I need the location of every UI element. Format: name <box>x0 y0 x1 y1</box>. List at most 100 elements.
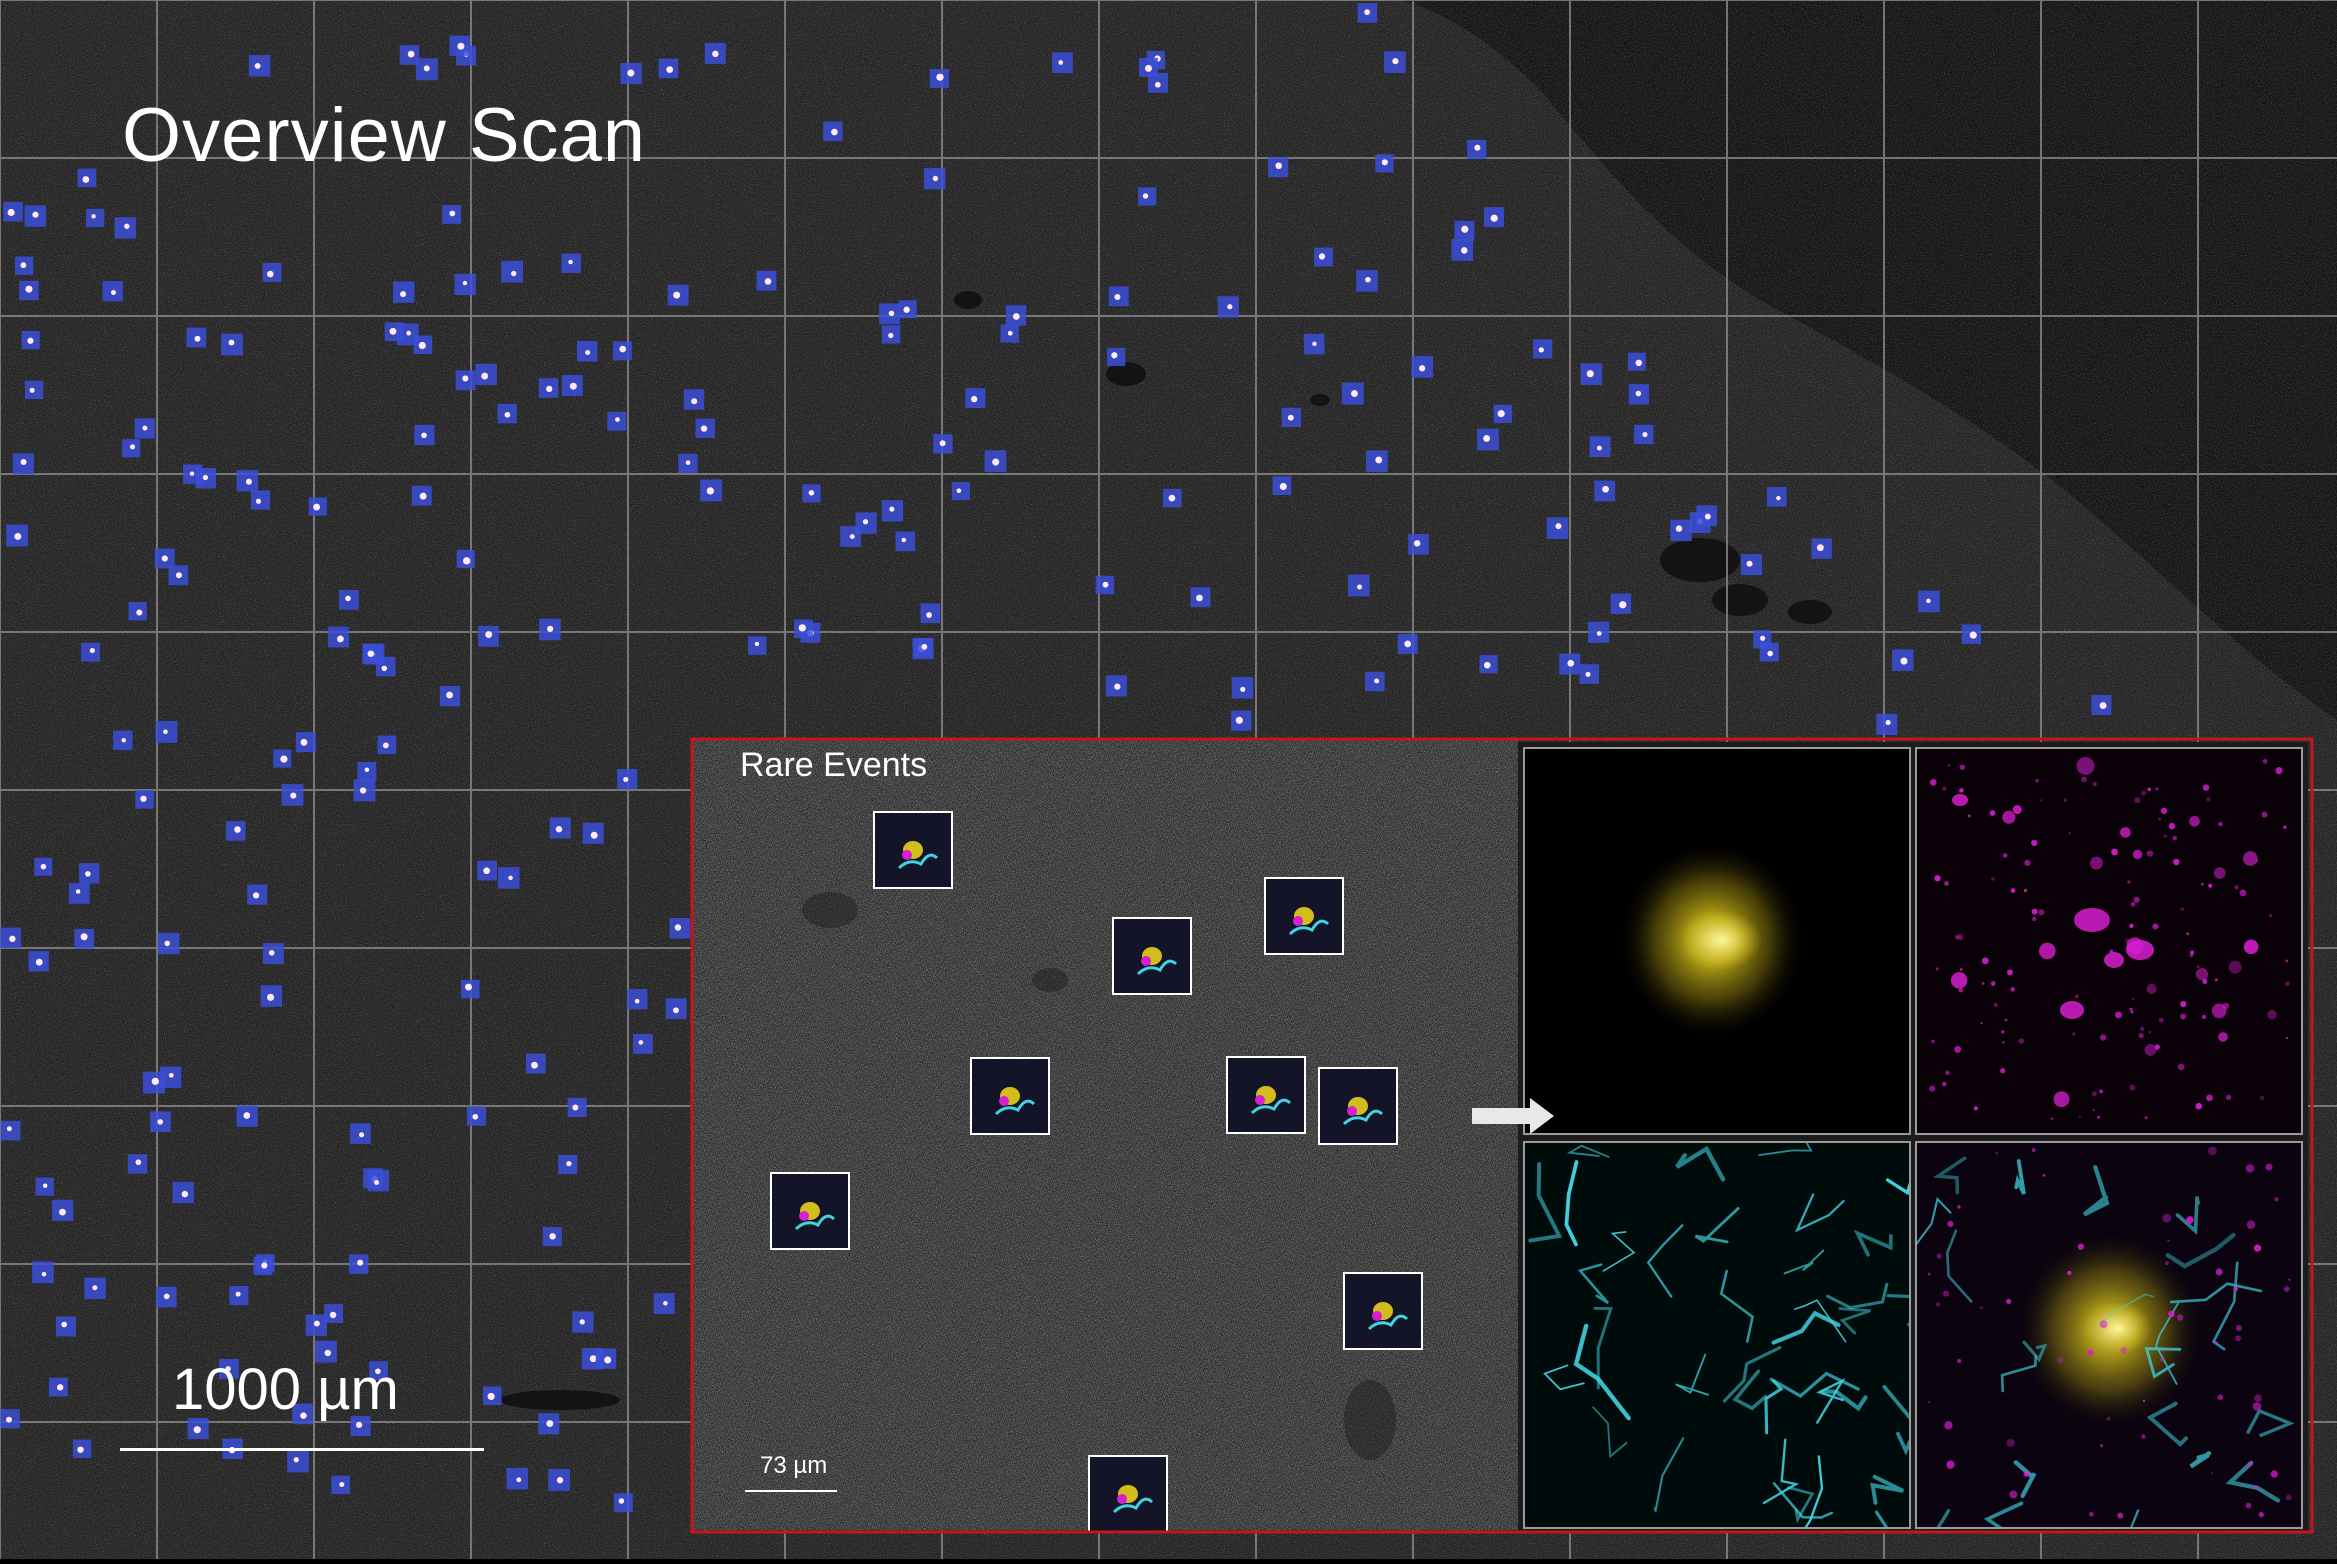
merged-channel-tile <box>1916 1142 2302 1528</box>
rare-event-box <box>1318 1067 1398 1145</box>
detection-marker <box>1384 51 1406 73</box>
arrow-right-icon <box>1472 1098 1554 1134</box>
detection-marker <box>881 325 901 344</box>
detection-marker <box>561 253 581 273</box>
detection-marker <box>1281 407 1301 428</box>
detection-marker <box>561 375 583 396</box>
detection-marker <box>150 1111 171 1132</box>
inset-title: Rare Events <box>740 746 928 784</box>
detection-marker <box>1559 653 1581 675</box>
detection-marker <box>24 205 47 227</box>
detection-marker <box>1107 347 1126 367</box>
detection-marker <box>155 721 178 743</box>
detection-marker <box>1892 649 1914 671</box>
detection-marker <box>1627 352 1646 371</box>
detection-marker <box>881 500 904 522</box>
detection-marker <box>0 927 21 949</box>
detection-marker <box>984 450 1007 473</box>
detection-marker <box>348 1254 369 1274</box>
detection-marker <box>281 784 304 806</box>
detection-marker <box>154 548 175 569</box>
detection-marker <box>1670 519 1692 542</box>
detection-marker <box>2091 695 2112 715</box>
detection-marker <box>52 1199 74 1221</box>
detection-marker <box>1589 436 1611 458</box>
detection-marker <box>456 549 475 568</box>
detection-marker <box>1365 671 1385 692</box>
detection-marker <box>1477 428 1499 451</box>
detection-marker <box>442 205 462 224</box>
overview-title: Overview Scan <box>122 93 647 178</box>
detection-marker <box>1594 480 1616 502</box>
detection-marker <box>77 168 97 188</box>
detection-marker <box>324 1304 344 1323</box>
detection-marker <box>1467 139 1487 159</box>
detection-marker <box>549 817 571 839</box>
detection-marker <box>898 300 917 319</box>
detection-marker <box>338 589 359 610</box>
detection-marker <box>3 201 23 222</box>
detection-marker <box>482 1386 502 1406</box>
detection-marker <box>14 256 34 275</box>
detection-marker <box>1231 710 1252 731</box>
detection-marker <box>466 1106 486 1126</box>
detection-marker <box>632 1033 653 1054</box>
detection-marker <box>454 273 476 296</box>
detection-marker <box>1811 538 1832 559</box>
detection-marker <box>1408 534 1429 555</box>
detection-marker <box>1231 677 1254 699</box>
detection-marker <box>951 482 970 501</box>
detection-marker <box>439 686 461 707</box>
detection-marker <box>582 822 604 844</box>
detection-marker <box>1217 296 1239 318</box>
detection-marker <box>1454 220 1475 241</box>
detection-marker <box>620 62 642 85</box>
detection-marker <box>12 453 34 475</box>
detection-marker <box>658 58 679 79</box>
detection-marker <box>81 642 100 662</box>
detection-marker <box>1628 384 1650 405</box>
detection-marker <box>1634 424 1654 445</box>
detection-marker <box>367 1170 390 1192</box>
overview-scale-bar-label: 1000 µm <box>172 1357 399 1422</box>
detection-marker <box>748 636 767 655</box>
detection-marker <box>229 1286 249 1306</box>
detection-marker <box>1397 634 1418 654</box>
detection-marker <box>1588 621 1610 643</box>
detection-marker <box>6 524 29 547</box>
magenta-channel-tile <box>1916 748 2302 1134</box>
detection-marker <box>414 424 435 446</box>
detection-marker <box>497 403 517 424</box>
detection-marker <box>802 484 821 503</box>
detection-marker <box>1375 154 1394 173</box>
rare-events-inset <box>693 740 1518 1533</box>
detection-marker <box>1533 339 1553 359</box>
detection-marker <box>613 341 632 361</box>
detection-marker <box>1610 593 1632 614</box>
detection-marker <box>667 284 689 306</box>
detection-marker <box>1740 554 1762 576</box>
detection-marker <box>1479 655 1498 674</box>
detection-marker <box>478 625 499 647</box>
inset-scale-bar <box>745 1490 837 1492</box>
detection-marker <box>506 1467 529 1490</box>
detection-marker <box>262 262 282 282</box>
detection-marker <box>1579 664 1600 684</box>
detection-marker <box>924 168 946 190</box>
detection-marker <box>1451 239 1474 261</box>
detection-marker <box>1190 587 1211 608</box>
detection-marker <box>1876 713 1898 736</box>
detection-marker <box>362 643 383 664</box>
detection-marker <box>384 322 404 342</box>
detection-marker <box>157 932 180 955</box>
detection-marker <box>607 411 627 431</box>
detection-marker <box>1580 363 1603 385</box>
detection-marker <box>127 1154 148 1174</box>
detection-marker <box>308 497 327 516</box>
detection-marker <box>840 526 861 547</box>
rare-event-box <box>1112 917 1192 995</box>
rare-event-box <box>970 1057 1050 1135</box>
detection-marker <box>576 341 598 362</box>
detection-marker <box>895 531 916 552</box>
detection-marker <box>912 637 934 660</box>
